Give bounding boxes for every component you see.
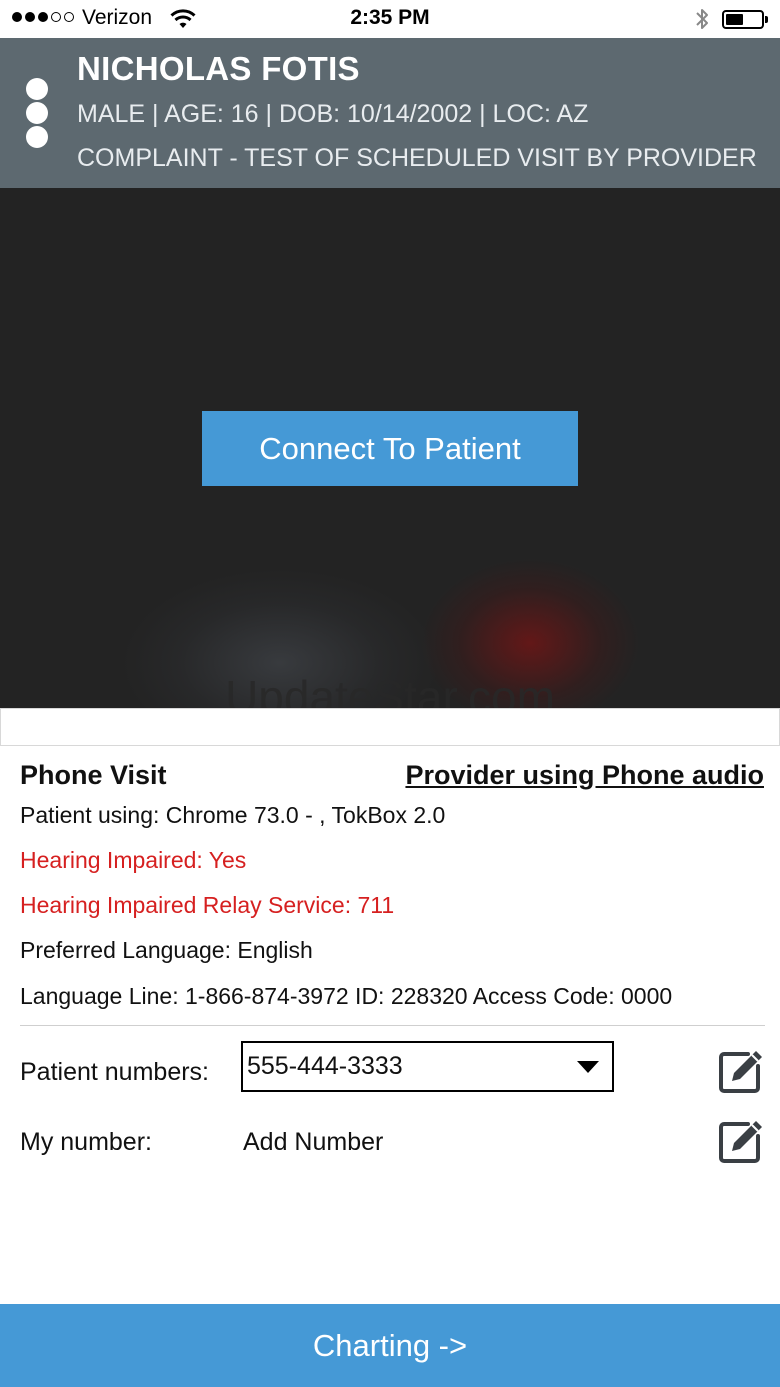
menu-dot — [26, 78, 48, 100]
patient-name: NICHOLAS FOTIS — [77, 50, 360, 87]
divider — [20, 1025, 765, 1026]
hearing-impaired-status: Hearing Impaired: Yes — [20, 847, 247, 873]
edit-icon[interactable] — [718, 1048, 764, 1094]
preferred-language: Preferred Language: English — [20, 937, 313, 963]
clock: 2:35 PM — [350, 6, 430, 29]
patient-complaint: COMPLAINT - TEST OF SCHEDULED VISIT BY P… — [77, 144, 757, 172]
language-line-info: Language Line: 1-866-874-3972 ID: 228320… — [20, 983, 673, 1009]
chevron-down-icon — [577, 1061, 599, 1073]
connect-to-patient-button[interactable]: Connect To Patient — [202, 411, 578, 486]
patient-header: NICHOLAS FOTIS MALE | AGE: 16 | DOB: 10/… — [0, 38, 780, 188]
patient-numbers-label: Patient numbers: — [20, 1058, 209, 1086]
visit-type-title: Phone Visit — [20, 760, 167, 790]
bluetooth-icon — [694, 6, 710, 37]
battery-tip — [765, 16, 768, 23]
battery-icon — [722, 10, 764, 29]
battery-fill — [726, 14, 743, 25]
video-footer-strip — [0, 708, 780, 746]
menu-dot — [26, 102, 48, 124]
patient-demographics: MALE | AGE: 16 | DOB: 10/14/2002 | LOC: … — [77, 100, 589, 128]
provider-audio-link[interactable]: Provider using Phone audio — [405, 760, 764, 791]
edit-icon[interactable] — [718, 1118, 764, 1164]
my-number-label: My number: — [20, 1128, 152, 1156]
watermark: UpdateStar.com — [225, 671, 555, 708]
menu-dots-icon[interactable] — [26, 78, 50, 150]
add-number-link[interactable]: Add Number — [243, 1128, 383, 1157]
status-bar: Verizon 2:35 PM — [0, 0, 780, 38]
video-area: Connect To Patient UpdateStar.com — [0, 188, 780, 708]
charting-button[interactable]: Charting -> — [0, 1304, 780, 1387]
patient-number-value: 555-444-3333 — [247, 1052, 403, 1080]
relay-service-info: Hearing Impaired Relay Service: 711 — [20, 892, 395, 918]
menu-dot — [26, 126, 48, 148]
patient-number-select[interactable]: 555-444-3333 — [241, 1041, 614, 1092]
patient-browser-info: Patient using: Chrome 73.0 - , TokBox 2.… — [20, 802, 446, 828]
